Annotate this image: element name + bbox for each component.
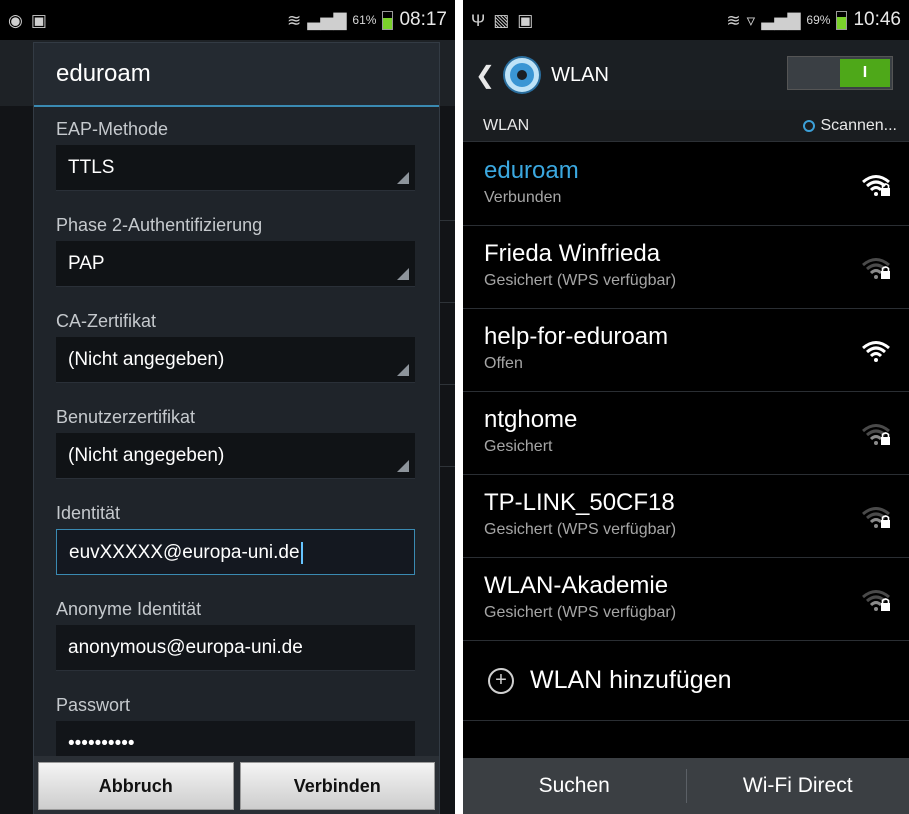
network-status: Gesichert (WPS verfügbar) [484,521,677,538]
section-title: WLAN [483,116,530,134]
network-item[interactable]: eduroam Verbunden [463,143,909,226]
network-list: eduroam Verbunden Frieda Winfrieda Gesicher… [463,143,909,641]
image-notification-icon: ▣ [30,10,47,30]
clock: 10:46 [853,9,901,30]
user-certificate-select[interactable]: (Nicht angegeben) [56,433,415,479]
network-name: eduroam [484,157,579,184]
identity-label: Identität [56,503,121,523]
upload-notification-icon: ▧ [493,10,510,30]
image-notification-icon: ▣ [517,10,534,30]
identity-input[interactable]: euvXXXXX@europa-uni.de [56,529,415,575]
connect-button[interactable]: Verbinden [239,762,435,810]
dropdown-corner-icon [397,364,409,376]
dropdown-corner-icon [397,172,409,184]
dialog-button-bar: Abbruch Verbinden [34,756,439,814]
nfc-icon: ≋ [726,10,741,30]
anonymous-identity-label: Anonyme Identität [56,599,202,619]
battery-charging-icon [836,10,848,30]
user-certificate-label: Benutzerzertifikat [56,407,196,427]
network-item[interactable]: help-for-eduroam Offen [463,309,909,392]
scan-status[interactable]: Scannen... [802,116,898,135]
settings-gear-icon [505,58,540,92]
network-name: WLAN-Akademie [484,572,669,599]
right-phone-screen: Ψ ▧ ▣ ≋ ▿ ▃▅▇ 69% 10:46 ❮ WLAN I WLAN Sc… [463,0,909,814]
password-value: •••••••••• [68,733,135,754]
network-status: Offen [484,355,523,372]
status-bar: ◉ ▣ ≋ ▃▅▇ 61% 08:17 [0,0,455,40]
add-circle-icon: + [488,667,514,694]
wifi-direct-button[interactable]: Wi-Fi Direct [687,774,909,798]
wifi-locked-icon [862,424,890,445]
password-label: Passwort [56,695,131,715]
network-item[interactable]: Frieda Winfrieda Gesichert (WPS verfügbar… [463,226,909,309]
battery-percent: 69% [806,13,831,27]
network-config-dialog: eduroam EAP-Methode TTLS Phase 2-Authent… [33,42,440,814]
wlan-toggle[interactable]: I [787,56,893,90]
battery-percent: 61% [352,13,377,27]
clock: 08:17 [399,9,447,30]
ca-certificate-label: CA-Zertifikat [56,311,157,331]
signal-icon: ▃▅▇ [761,10,801,30]
battery-icon [382,10,394,30]
phase2-auth-value: PAP [68,253,105,274]
text-cursor [300,541,303,564]
network-name: ntghome [484,406,578,433]
status-bar: Ψ ▧ ▣ ≋ ▿ ▃▅▇ 69% 10:46 [463,0,909,40]
anonymous-identity-value: anonymous@europa-uni.de [68,637,303,658]
cancel-button[interactable]: Abbruch [38,762,234,810]
phase2-auth-label: Phase 2-Authentifizierung [56,215,263,235]
network-status: Gesichert (WPS verfügbar) [484,272,677,289]
page-title: WLAN [551,63,609,86]
back-icon[interactable]: ❮ [475,61,495,90]
left-phone-screen: ◉ ▣ ≋ ▃▅▇ 61% 08:17 eduroam EAP-Methode … [0,0,455,814]
dropdown-corner-icon [397,460,409,472]
network-item[interactable]: TP-LINK_50CF18 Gesichert (WPS verfügbar) [463,475,909,558]
action-bar: ❮ WLAN I [463,40,909,110]
scan-label: Scannen... [820,116,898,134]
usb-icon: Ψ [471,10,486,30]
dropdown-corner-icon [397,268,409,280]
network-name: TP-LINK_50CF18 [484,489,675,516]
wifi-icon: ◉ [8,10,23,30]
wifi-locked-icon [862,175,890,196]
network-name: Frieda Winfrieda [484,240,661,267]
add-wlan-label: WLAN hinzufügen [530,666,732,694]
wifi-locked-icon [862,590,890,611]
wifi-locked-icon [862,258,890,279]
search-button[interactable]: Suchen [463,774,686,798]
wifi-icon [862,341,890,362]
wifi-status-icon: ▿ [746,10,756,30]
eap-method-label: EAP-Methode [56,119,169,139]
add-wlan-button[interactable]: + WLAN hinzufügen [463,641,909,721]
signal-icon: ▃▅▇ [307,10,347,30]
eap-method-value: TTLS [68,157,115,178]
scan-spinner-icon [802,119,815,132]
user-certificate-value: (Nicht angegeben) [68,445,225,466]
network-status: Gesichert (WPS verfügbar) [484,604,677,621]
eap-method-select[interactable]: TTLS [56,145,415,191]
ca-certificate-value: (Nicht angegeben) [68,349,225,370]
network-item[interactable]: ntghome Gesichert [463,392,909,475]
network-name: help-for-eduroam [484,323,669,350]
anonymous-identity-input[interactable]: anonymous@europa-uni.de [56,625,415,671]
identity-value: euvXXXXX@europa-uni.de [69,542,300,563]
password-input[interactable]: •••••••••• [56,721,415,756]
section-header: WLAN Scannen... [463,110,909,142]
nfc-icon: ≋ [286,10,302,30]
network-status: Verbunden [484,189,562,206]
toggle-knob: I [840,59,890,87]
network-status: Gesichert [484,438,553,455]
wifi-locked-icon [862,507,890,528]
bottom-bar: Suchen Wi-Fi Direct [463,758,909,814]
dialog-form: EAP-Methode TTLS Phase 2-Authentifizieru… [34,109,439,756]
dialog-title: eduroam [34,43,439,107]
ca-certificate-select[interactable]: (Nicht angegeben) [56,337,415,383]
network-item[interactable]: WLAN-Akademie Gesichert (WPS verfügbar) [463,558,909,641]
phase2-auth-select[interactable]: PAP [56,241,415,287]
